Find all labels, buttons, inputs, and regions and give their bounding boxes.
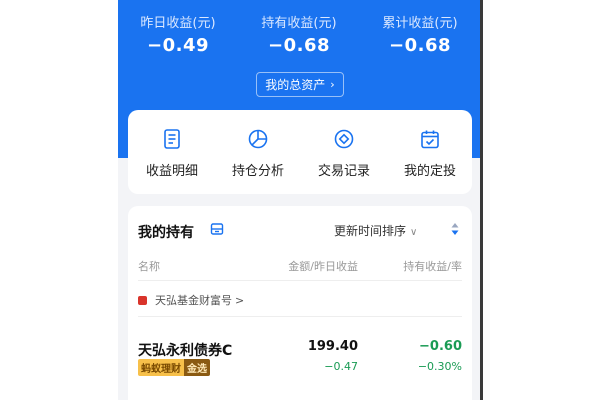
column-header-profit: 持有收益/率 (403, 260, 462, 273)
device-edge (480, 0, 483, 400)
fund-holding-rate: −0.30% (417, 360, 462, 373)
holding-profit-label: 持有收益(元) (261, 16, 337, 31)
total-assets-label: 我的总资产 (265, 78, 326, 92)
calendar-check-icon (421, 130, 439, 149)
sort-by-update-time-dropdown[interactable]: 更新时间排序 ∨ (334, 222, 417, 239)
fund-house-name: 天弘基金财富号 (155, 294, 232, 307)
gold-select-tag: 金选 (184, 359, 210, 376)
pie-chart-icon (248, 129, 268, 149)
total-assets-button[interactable]: 我的总资产 › (256, 72, 344, 97)
fund-house-logo-icon (138, 295, 147, 305)
holdings-card: 我的持有 更新时间排序 ∨ 名称 金额/昨日收益 持有收益/率 天弘基金财富号 >… (128, 206, 472, 400)
fund-amount: 199.40 (307, 339, 358, 354)
quick-action-transactions[interactable]: 交易记录 (302, 128, 386, 179)
document-list-icon (164, 129, 180, 149)
chevron-down-icon: ∨ (410, 227, 418, 238)
holdings-card-icon[interactable] (210, 222, 224, 236)
ant-wealth-tag: 蚂蚁理财 (138, 359, 184, 376)
yesterday-profit-label: 昨日收益(元) (140, 16, 216, 31)
sort-arrows-icon[interactable] (450, 221, 460, 237)
fund-house-group[interactable]: 天弘基金财富号 > (138, 292, 244, 308)
yesterday-profit-value: −0.49 (147, 35, 209, 56)
quick-action-label: 交易记录 (317, 164, 370, 179)
fund-holding-profit: −0.60 (419, 339, 462, 354)
cumulative-profit-label: 累计收益(元) (382, 16, 458, 31)
yesterday-profit-stat: 昨日收益(元) −0.49 (118, 12, 238, 56)
cumulative-profit-stat: 累计收益(元) −0.68 (360, 12, 480, 56)
holding-profit-stat: 持有收益(元) −0.68 (239, 12, 359, 56)
fund-yesterday-profit: −0.47 (324, 360, 358, 373)
sort-label: 更新时间排序 (334, 224, 407, 238)
quick-action-label: 收益明细 (145, 164, 198, 179)
column-header-name: 名称 (138, 260, 160, 273)
quick-action-label: 持仓分析 (231, 164, 284, 179)
holding-profit-value: −0.68 (268, 35, 330, 56)
fund-tags: 蚂蚁理财 金选 (138, 359, 210, 376)
quick-action-holding-analysis[interactable]: 持仓分析 (216, 128, 300, 179)
quick-action-profit-details[interactable]: 收益明细 (130, 128, 214, 179)
quick-action-label: 我的定投 (403, 164, 456, 179)
circle-target-icon (334, 129, 354, 149)
quick-actions-card: 收益明细 持仓分析 交易记录 我的定投 (128, 110, 472, 194)
holdings-title: 我的持有 (138, 225, 194, 241)
quick-action-auto-invest[interactable]: 我的定投 (388, 128, 472, 179)
chevron-right-icon: > (235, 293, 245, 307)
divider (138, 316, 462, 317)
cumulative-profit-value: −0.68 (389, 35, 451, 56)
app-screen: 昨日收益(元) −0.49 持有收益(元) −0.68 累计收益(元) −0.6… (118, 0, 480, 400)
fund-name: 天弘永利债券C (138, 343, 233, 359)
column-header-amount: 金额/昨日收益 (288, 260, 358, 273)
chevron-right-icon: › (330, 78, 335, 91)
divider (138, 280, 462, 281)
